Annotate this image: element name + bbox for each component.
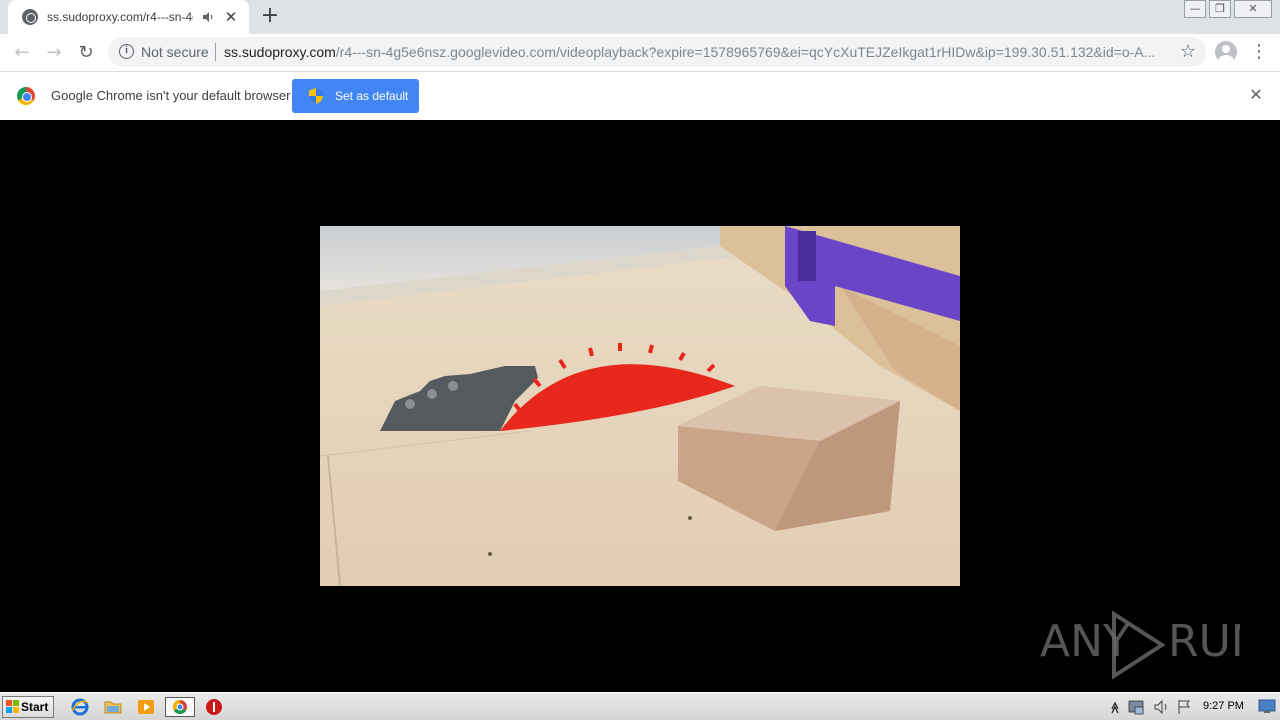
stop-icon[interactable]: [203, 697, 225, 717]
info-icon[interactable]: i: [119, 44, 134, 59]
action-center-flag-icon: [1178, 700, 1190, 714]
anyrun-watermark: ANY RUN: [1040, 610, 1240, 680]
volume-icon: [1154, 699, 1163, 715]
forward-button[interactable]: →: [41, 40, 67, 66]
reload-button[interactable]: ↻: [73, 40, 99, 66]
watermark-any-text: ANY: [1040, 616, 1130, 667]
default-browser-infobar: Google Chrome isn't your default browser…: [0, 71, 1280, 120]
minimize-button[interactable]: —: [1184, 0, 1206, 18]
tab-close-icon[interactable]: ✕: [223, 9, 239, 25]
url-host: ss.sudoproxy.com: [224, 44, 336, 60]
folder-icon[interactable]: [102, 697, 124, 717]
tab-title: ss.sudoproxy.com/r4---sn-4g5e: [47, 10, 193, 24]
bookmark-star-icon[interactable]: ☆: [1180, 41, 1196, 62]
set-as-default-button[interactable]: Set as default: [292, 79, 419, 113]
video-page: ANY RUN: [0, 120, 1280, 692]
back-button[interactable]: ←: [9, 40, 35, 66]
security-label[interactable]: Not secure: [141, 44, 209, 60]
set-as-default-label: Set as default: [335, 89, 409, 103]
start-button[interactable]: Start: [2, 696, 54, 718]
toolbar: ← → ↻ i Not secure ss.sudoproxy.com/r4--…: [0, 34, 1280, 71]
url-text[interactable]: ss.sudoproxy.com/r4---sn-4g5e6nsz.google…: [224, 44, 1164, 60]
chrome-icon: [173, 700, 187, 714]
shield-icon: [309, 88, 323, 104]
watermark-run-text: RUN: [1168, 616, 1240, 667]
tab-strip: ss.sudoproxy.com/r4---sn-4g5e ✕ + — ❐ ✕: [0, 0, 1280, 34]
url-path: /r4---sn-4g5e6nsz.googlevideo.com/videop…: [335, 44, 1156, 60]
chrome-taskbar-button[interactable]: [165, 697, 195, 717]
close-window-button[interactable]: ✕: [1234, 0, 1272, 18]
clock[interactable]: 9:27 PM: [1203, 700, 1244, 712]
windows-logo-icon: [6, 700, 19, 713]
chrome-logo-icon: [17, 87, 35, 105]
taskbar: Start 9:27 PM: [0, 692, 1280, 720]
start-label: Start: [21, 700, 49, 714]
new-tab-button[interactable]: +: [259, 5, 281, 28]
divider: [215, 43, 216, 61]
speaker-icon[interactable]: [201, 10, 215, 24]
media-player-icon[interactable]: [135, 697, 157, 717]
globe-icon: [22, 9, 38, 25]
infobar-close-icon[interactable]: ✕: [1247, 86, 1265, 104]
show-hidden-icons-icon: [1111, 701, 1119, 714]
internet-explorer-icon[interactable]: [69, 697, 91, 717]
infobar-message: Google Chrome isn't your default browser: [51, 88, 291, 103]
restore-button[interactable]: ❐: [1209, 0, 1231, 18]
show-desktop-icon[interactable]: [1258, 698, 1276, 714]
address-bar[interactable]: i Not secure ss.sudoproxy.com/r4---sn-4g…: [108, 37, 1206, 67]
tab-active[interactable]: ss.sudoproxy.com/r4---sn-4g5e ✕: [8, 0, 249, 34]
video-player[interactable]: [320, 226, 960, 586]
menu-kebab-icon[interactable]: ⋮: [1250, 42, 1268, 62]
system-tray: [1111, 699, 1190, 715]
profile-avatar-icon[interactable]: [1215, 41, 1237, 63]
table-saw-video-frame: [320, 226, 960, 586]
